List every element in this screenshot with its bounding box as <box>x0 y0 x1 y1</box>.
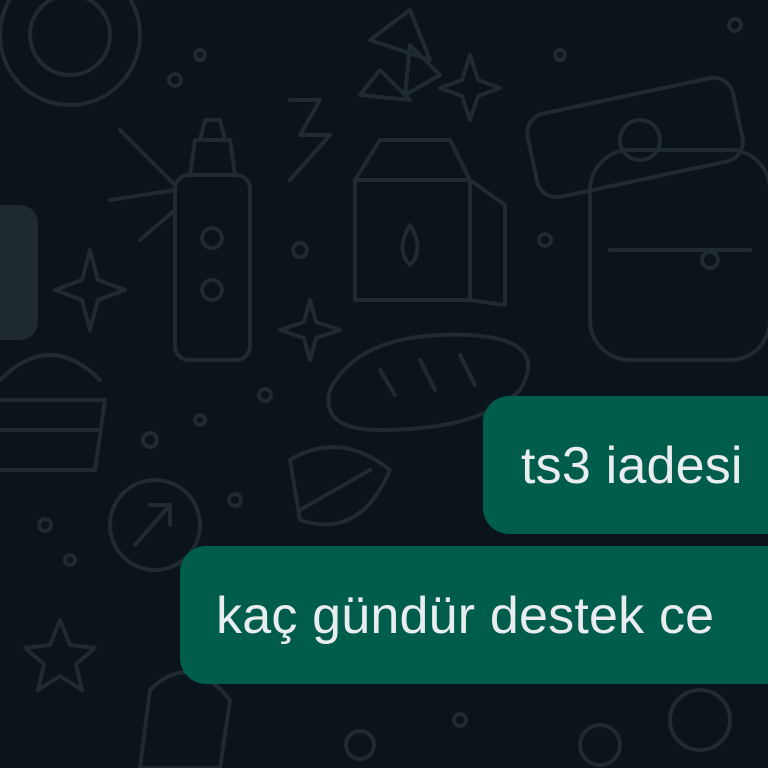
backpack-icon <box>525 75 768 362</box>
cupcake-icon <box>0 353 107 472</box>
sparkle-icon <box>53 53 502 362</box>
message-text: ts3 iadesi <box>521 437 743 495</box>
lightning-icon <box>288 98 332 182</box>
outgoing-message-bubble[interactable]: ts3 iadesi <box>483 396 768 534</box>
milk-carton-icon <box>353 138 507 307</box>
message-text: kaç gündür destek ce <box>216 587 715 645</box>
frame-icon <box>0 0 142 107</box>
pinwheel-icon <box>358 8 442 102</box>
chat-background: ts3 iadesi kaç gündür destek ce <box>0 0 768 768</box>
incoming-message-bubble[interactable] <box>0 205 38 340</box>
outgoing-message-bubble[interactable]: kaç gündür destek ce <box>180 546 768 684</box>
bottle-icon <box>108 118 252 362</box>
